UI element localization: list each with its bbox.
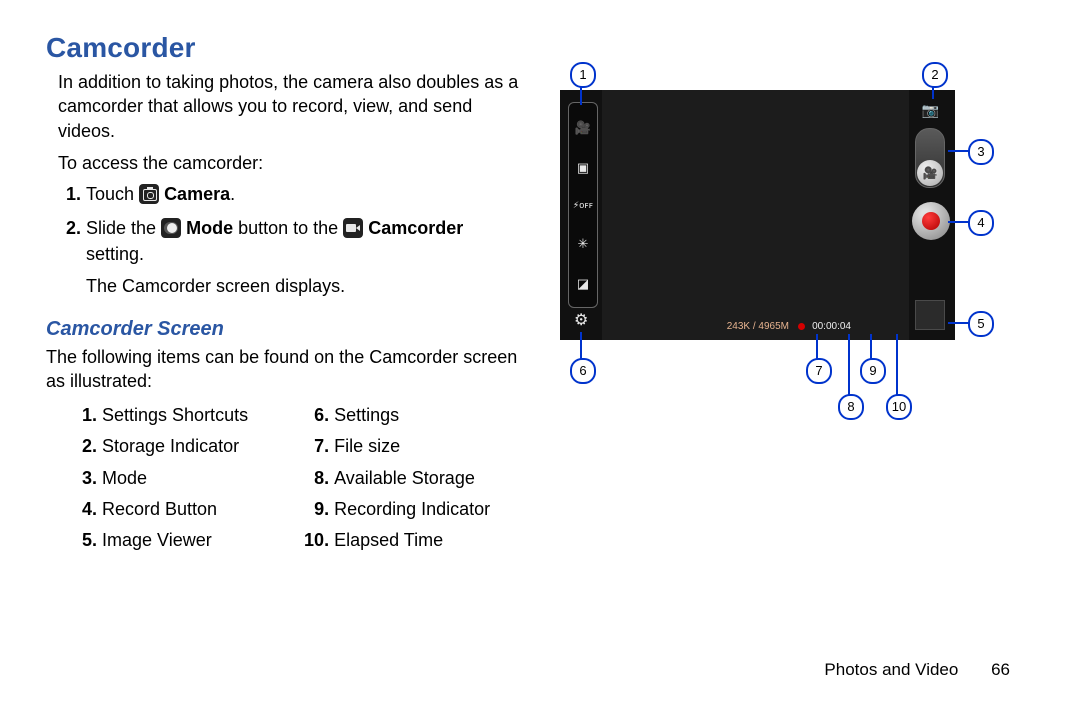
- storage-indicator-icon: 📷: [922, 102, 939, 119]
- callout-3: 3: [968, 139, 994, 165]
- footer-section: Photos and Video: [824, 660, 958, 679]
- shortcut-camcorder-icon[interactable]: 🎥: [575, 121, 591, 134]
- preview-area: 243K / 4965M 00:00:04: [602, 90, 909, 340]
- access-line: To access the camcorder:: [58, 151, 526, 175]
- mode-switch[interactable]: 🎥: [915, 128, 945, 188]
- legend-col-1: Settings Shortcuts Storage Indicator Mod…: [76, 403, 248, 559]
- legend-item: Available Storage: [334, 466, 490, 491]
- callout-10: 10: [886, 394, 912, 420]
- legend-item: Recording Indicator: [334, 497, 490, 522]
- legend-item: Settings: [334, 403, 490, 428]
- shortcut-flash-icon[interactable]: ⚡︎ᴏꜰꜰ: [573, 201, 593, 210]
- page-title: Camcorder: [46, 32, 526, 64]
- image-viewer-thumb[interactable]: [915, 300, 945, 330]
- step-2-text-a: Slide the: [86, 218, 161, 238]
- page-footer: Photos and Video 66: [824, 660, 1010, 680]
- file-size-label: 243K / 4965M: [727, 321, 789, 332]
- shortcut-brightness-icon[interactable]: ✳: [578, 237, 589, 250]
- camcorder-screenshot: 243K / 4965M 00:00:04 🎥 ▣ ⚡︎ᴏꜰꜰ ✳ ◪ ⚙ 📷 …: [560, 90, 955, 340]
- shortcut-exposure-icon[interactable]: ◪: [577, 277, 589, 290]
- leader-line: [948, 221, 970, 223]
- leader-line: [948, 150, 970, 152]
- mode-icon: [161, 218, 181, 238]
- subtitle: Camcorder Screen: [46, 318, 526, 341]
- settings-shortcuts-bar[interactable]: 🎥 ▣ ⚡︎ᴏꜰꜰ ✳ ◪: [568, 102, 598, 308]
- legend-item: File size: [334, 434, 490, 459]
- legend-item: Record Button: [102, 497, 248, 522]
- step-1-bold: Camera: [164, 184, 230, 204]
- step-2-sub: The Camcorder screen displays.: [86, 273, 526, 299]
- callout-4: 4: [968, 210, 994, 236]
- footer-page-number: 66: [991, 660, 1010, 679]
- step-1: Touch Camera.: [86, 181, 526, 207]
- callout-2: 2: [922, 62, 948, 88]
- step-2-bold-mode: Mode: [186, 218, 233, 238]
- leader-line: [896, 334, 898, 396]
- leader-line: [816, 334, 818, 360]
- callout-5: 5: [968, 311, 994, 337]
- step-2: Slide the Mode button to the Camcorder s…: [86, 215, 526, 299]
- legend-col-2: Settings File size Available Storage Rec…: [308, 403, 490, 559]
- elapsed-time-label: 00:00:04: [812, 321, 851, 332]
- step-2-text-c: button to the: [238, 218, 343, 238]
- leader-line: [948, 322, 970, 324]
- callout-7: 7: [806, 358, 832, 384]
- recording-indicator-icon: [798, 323, 805, 330]
- step-2-bold-camc: Camcorder: [368, 218, 463, 238]
- callout-6: 6: [570, 358, 596, 384]
- record-button[interactable]: [912, 202, 950, 240]
- leader-line: [848, 334, 850, 396]
- leader-line: [870, 334, 872, 360]
- legend-item: Mode: [102, 466, 248, 491]
- step-1-text-a: Touch: [86, 184, 139, 204]
- legend-item: Image Viewer: [102, 528, 248, 553]
- callout-8: 8: [838, 394, 864, 420]
- legend-item: Storage Indicator: [102, 434, 248, 459]
- mode-knob[interactable]: 🎥: [917, 160, 943, 186]
- legend-item: Settings Shortcuts: [102, 403, 248, 428]
- legend-item: Elapsed Time: [334, 528, 490, 553]
- camera-icon: [139, 184, 159, 204]
- step-2-text-e: setting.: [86, 244, 144, 264]
- settings-gear-icon[interactable]: ⚙: [574, 310, 588, 330]
- callout-9: 9: [860, 358, 886, 384]
- leader-line: [580, 332, 582, 360]
- shortcut-recmode-icon[interactable]: ▣: [577, 161, 589, 174]
- sub-intro: The following items can be found on the …: [46, 345, 526, 394]
- step-1-text-c: .: [230, 184, 235, 204]
- intro-text: In addition to taking photos, the camera…: [58, 70, 526, 143]
- callout-1: 1: [570, 62, 596, 88]
- camcorder-icon: [343, 218, 363, 238]
